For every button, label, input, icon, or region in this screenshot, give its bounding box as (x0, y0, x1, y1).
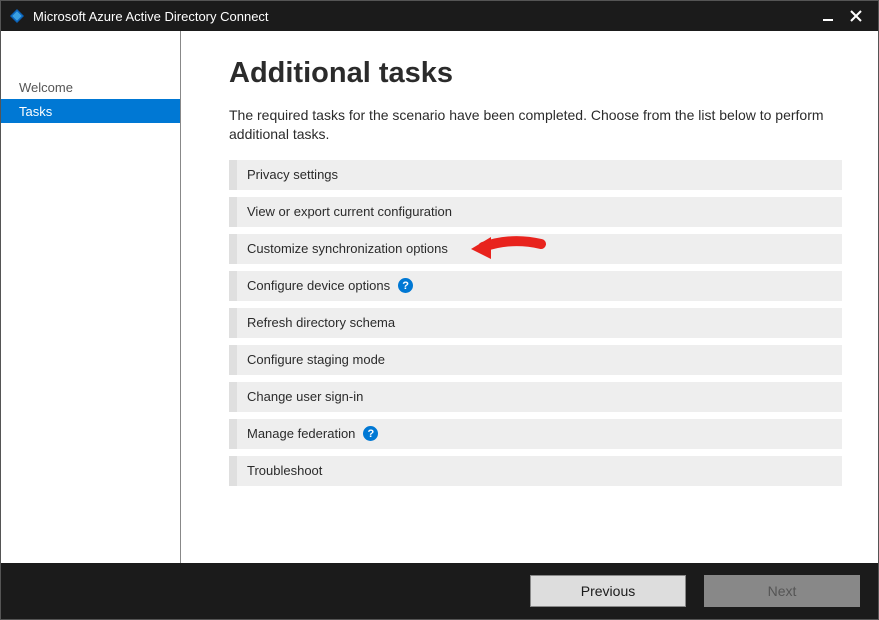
window-title: Microsoft Azure Active Directory Connect (33, 9, 814, 24)
annotation-arrow-icon (471, 234, 549, 264)
close-button[interactable] (842, 4, 870, 28)
task-label: Change user sign-in (247, 389, 363, 404)
next-button: Next (704, 575, 860, 607)
task-configure-staging-mode[interactable]: Configure staging mode (229, 345, 842, 375)
task-label: Manage federation (247, 426, 355, 441)
task-indent (229, 197, 237, 227)
task-indent (229, 308, 237, 338)
task-list: Privacy settings View or export current … (229, 160, 842, 486)
task-label: Configure device options (247, 278, 390, 293)
help-icon[interactable]: ? (363, 426, 378, 441)
app-icon (9, 8, 25, 24)
task-indent (229, 419, 237, 449)
body: Welcome Tasks Additional tasks The requi… (1, 31, 878, 563)
task-view-export-config[interactable]: View or export current configuration (229, 197, 842, 227)
app-window: Microsoft Azure Active Directory Connect… (0, 0, 879, 620)
task-label: Privacy settings (247, 167, 338, 182)
task-indent (229, 271, 237, 301)
task-indent (229, 160, 237, 190)
main-content: Additional tasks The required tasks for … (181, 31, 878, 563)
task-configure-device-options[interactable]: Configure device options ? (229, 271, 842, 301)
task-change-user-signin[interactable]: Change user sign-in (229, 382, 842, 412)
sidebar-item-tasks[interactable]: Tasks (1, 99, 180, 123)
previous-button[interactable]: Previous (530, 575, 686, 607)
help-icon[interactable]: ? (398, 278, 413, 293)
task-indent (229, 456, 237, 486)
task-label: Customize synchronization options (247, 241, 448, 256)
sidebar-item-label: Tasks (19, 104, 52, 119)
task-indent (229, 234, 237, 264)
task-indent (229, 382, 237, 412)
task-indent (229, 345, 237, 375)
page-title: Additional tasks (229, 57, 842, 90)
task-label: Troubleshoot (247, 463, 322, 478)
page-description: The required tasks for the scenario have… (229, 106, 842, 144)
task-manage-federation[interactable]: Manage federation ? (229, 419, 842, 449)
sidebar-item-welcome[interactable]: Welcome (1, 75, 180, 99)
sidebar-item-label: Welcome (19, 80, 73, 95)
titlebar: Microsoft Azure Active Directory Connect (1, 1, 878, 31)
task-customize-sync-options[interactable]: Customize synchronization options (229, 234, 842, 264)
footer: Previous Next (1, 563, 878, 619)
task-label: View or export current configuration (247, 204, 452, 219)
sidebar: Welcome Tasks (1, 31, 181, 563)
task-refresh-directory-schema[interactable]: Refresh directory schema (229, 308, 842, 338)
minimize-button[interactable] (814, 4, 842, 28)
task-troubleshoot[interactable]: Troubleshoot (229, 456, 842, 486)
task-label: Refresh directory schema (247, 315, 395, 330)
task-label: Configure staging mode (247, 352, 385, 367)
task-privacy-settings[interactable]: Privacy settings (229, 160, 842, 190)
